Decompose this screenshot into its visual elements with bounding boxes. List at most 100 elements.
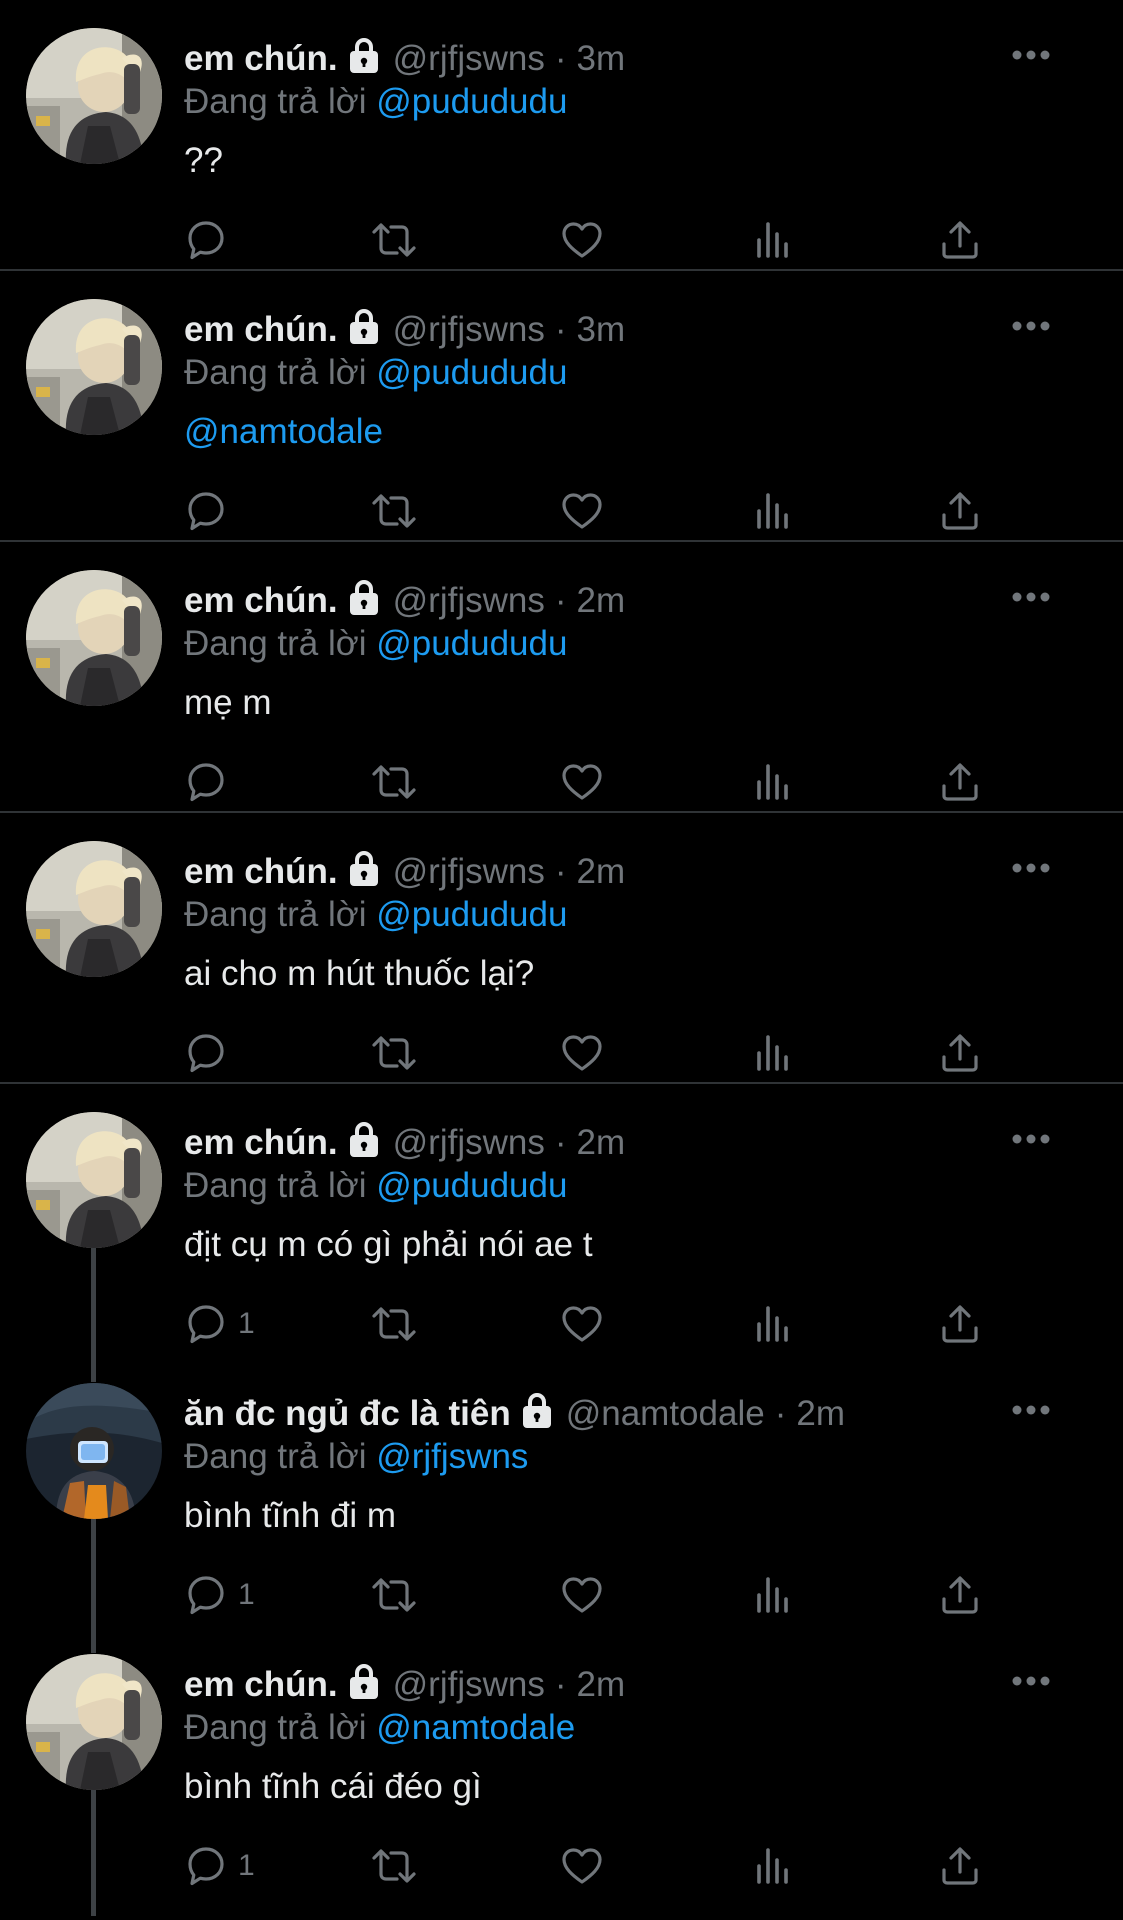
like-button[interactable] <box>560 486 604 536</box>
tweet[interactable]: em chún. @rjfjswns · 2m Đang trả lời @pu… <box>0 542 1123 813</box>
views-icon <box>757 1577 788 1613</box>
timestamp[interactable]: 2m <box>577 578 626 624</box>
avatar[interactable] <box>26 1112 162 1248</box>
replying-to-label: Đang trả lời <box>184 353 367 392</box>
views-button[interactable] <box>752 1841 792 1891</box>
reply-mention-link[interactable]: @pudududu <box>376 624 567 663</box>
like-button[interactable] <box>560 1028 604 1078</box>
share-button[interactable] <box>938 215 982 265</box>
retweet-button[interactable] <box>370 1570 418 1620</box>
reply-button[interactable] <box>184 215 238 265</box>
retweet-button[interactable] <box>370 1028 418 1078</box>
views-button[interactable] <box>752 215 792 265</box>
views-button[interactable] <box>752 1570 792 1620</box>
like-button[interactable] <box>560 215 604 265</box>
display-name[interactable]: em chún. <box>184 849 338 895</box>
replying-to-label: Đang trả lời <box>184 82 367 121</box>
reply-button[interactable]: 1 <box>184 1299 255 1349</box>
reply-button[interactable]: 1 <box>184 1570 255 1620</box>
share-icon <box>942 1576 978 1614</box>
share-icon <box>942 221 978 259</box>
like-button[interactable] <box>560 1299 604 1349</box>
tweet[interactable]: em chún. @rjfjswns · 2m Đang trả lời @pu… <box>0 1084 1123 1355</box>
retweet-icon <box>372 1307 416 1341</box>
reply-count: 1 <box>238 1849 255 1882</box>
timestamp[interactable]: 3m <box>577 307 626 353</box>
timestamp[interactable]: 2m <box>796 1391 845 1437</box>
user-handle[interactable]: @rjfjswns <box>393 307 545 353</box>
share-button[interactable] <box>938 1570 982 1620</box>
reply-mention-link[interactable]: @pudududu <box>376 82 567 121</box>
share-button[interactable] <box>938 1841 982 1891</box>
reply-button[interactable] <box>184 486 238 536</box>
more-icon[interactable] <box>1011 861 1051 875</box>
retweet-icon <box>372 1849 416 1883</box>
retweet-button[interactable] <box>370 1299 418 1349</box>
share-icon <box>942 763 978 801</box>
share-icon <box>942 1305 978 1343</box>
avatar[interactable] <box>26 570 162 706</box>
tweet[interactable]: em chún. @rjfjswns · 3m Đang trả lời @pu… <box>0 0 1123 271</box>
views-button[interactable] <box>752 1028 792 1078</box>
reply-button[interactable] <box>184 1028 238 1078</box>
timestamp[interactable]: 3m <box>577 36 626 82</box>
share-button[interactable] <box>938 486 982 536</box>
reply-button[interactable] <box>184 757 238 807</box>
timestamp[interactable]: 2m <box>577 849 626 895</box>
share-button[interactable] <box>938 1299 982 1349</box>
reply-mention-link[interactable]: @pudududu <box>376 895 567 934</box>
tweet-text-mention[interactable]: @namtodale <box>184 409 383 455</box>
more-icon[interactable] <box>1011 1674 1051 1688</box>
timestamp[interactable]: 2m <box>577 1662 626 1708</box>
avatar[interactable] <box>26 841 162 977</box>
retweet-button[interactable] <box>370 486 418 536</box>
share-button[interactable] <box>938 1028 982 1078</box>
avatar[interactable] <box>26 1383 162 1519</box>
tweet[interactable]: em chún. @rjfjswns · 2m Đang trả lời @na… <box>0 1626 1123 1916</box>
more-icon[interactable] <box>1011 48 1051 62</box>
share-button[interactable] <box>938 757 982 807</box>
retweet-button[interactable] <box>370 1841 418 1891</box>
avatar[interactable] <box>26 28 162 164</box>
like-icon <box>562 1035 602 1071</box>
user-handle[interactable]: @rjfjswns <box>393 1662 545 1708</box>
views-button[interactable] <box>752 486 792 536</box>
user-handle[interactable]: @rjfjswns <box>393 849 545 895</box>
display-name[interactable]: em chún. <box>184 307 338 353</box>
avatar[interactable] <box>26 299 162 435</box>
user-handle[interactable]: @namtodale <box>566 1391 765 1437</box>
display-name[interactable]: em chún. <box>184 1662 338 1708</box>
views-button[interactable] <box>752 757 792 807</box>
user-handle[interactable]: @rjfjswns <box>393 36 545 82</box>
avatar[interactable] <box>26 1654 162 1790</box>
like-button[interactable] <box>560 757 604 807</box>
reply-button[interactable]: 1 <box>184 1841 255 1891</box>
user-handle[interactable]: @rjfjswns <box>393 578 545 624</box>
reply-mention-link[interactable]: @rjfjswns <box>376 1437 528 1476</box>
display-name[interactable]: ăn đc ngủ đc là tiên <box>184 1391 511 1437</box>
retweet-button[interactable] <box>370 215 418 265</box>
reply-mention-link[interactable]: @pudududu <box>376 1166 567 1205</box>
tweet[interactable]: em chún. @rjfjswns · 3m Đang trả lời @pu… <box>0 271 1123 542</box>
reply-icon <box>188 492 224 531</box>
retweet-button[interactable] <box>370 757 418 807</box>
like-button[interactable] <box>560 1570 604 1620</box>
reply-icon <box>188 1034 224 1073</box>
lock-icon <box>349 38 378 73</box>
like-button[interactable] <box>560 1841 604 1891</box>
tweet-text: ai cho m hút thuốc lại? <box>184 954 535 993</box>
more-icon[interactable] <box>1011 319 1051 333</box>
views-button[interactable] <box>752 1299 792 1349</box>
display-name[interactable]: em chún. <box>184 36 338 82</box>
reply-mention-link[interactable]: @pudududu <box>376 353 567 392</box>
tweet[interactable]: em chún. @rjfjswns · 2m Đang trả lời @pu… <box>0 813 1123 1084</box>
reply-mention-link[interactable]: @namtodale <box>376 1708 575 1747</box>
user-handle[interactable]: @rjfjswns <box>393 1120 545 1166</box>
display-name[interactable]: em chún. <box>184 578 338 624</box>
tweet[interactable]: ăn đc ngủ đc là tiên @namtodale · 2m Đan… <box>0 1355 1123 1626</box>
more-icon[interactable] <box>1011 1403 1051 1417</box>
timestamp[interactable]: 2m <box>577 1120 626 1166</box>
more-icon[interactable] <box>1011 1132 1051 1146</box>
display-name[interactable]: em chún. <box>184 1120 338 1166</box>
more-icon[interactable] <box>1011 590 1051 604</box>
